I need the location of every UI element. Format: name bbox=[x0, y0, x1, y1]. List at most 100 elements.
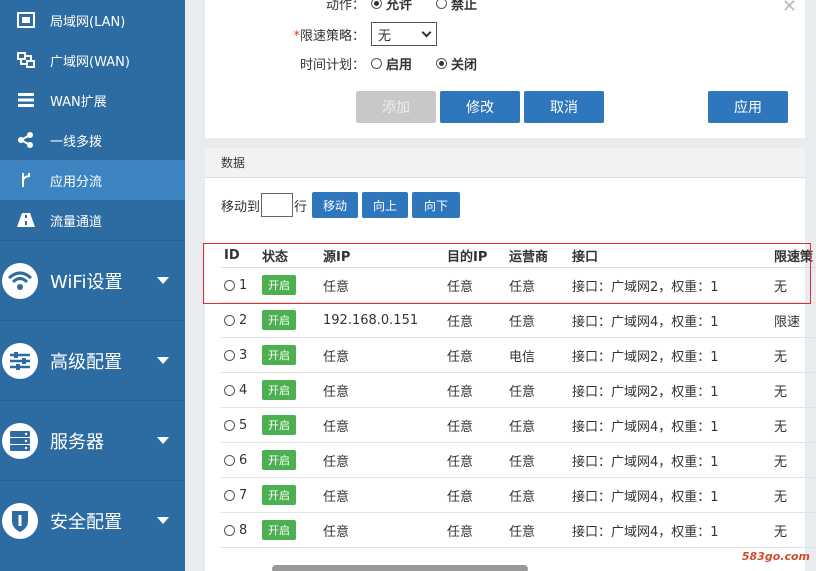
table-row[interactable]: 6 开启 任意 任意 任意 接口：广域网4，权重：1 无 bbox=[221, 443, 816, 478]
table-row[interactable]: 5 开启 任意 任意 任意 接口：广域网4，权重：1 无 bbox=[221, 408, 816, 443]
cell-dst: 任意 bbox=[447, 454, 474, 470]
cell-dst: 任意 bbox=[447, 489, 474, 505]
move-down-button[interactable]: 向下 bbox=[412, 192, 461, 218]
move-up-button[interactable]: 向上 bbox=[362, 192, 409, 218]
status-badge[interactable]: 开启 bbox=[262, 415, 296, 435]
branch-icon bbox=[16, 170, 36, 190]
cell-iface: 接口：广域网2，权重：1 bbox=[572, 349, 719, 365]
cell-limit: 无 bbox=[774, 419, 788, 435]
row-select-radio[interactable] bbox=[224, 489, 235, 501]
apply-button[interactable]: 应用 bbox=[708, 91, 788, 123]
cell-isp: 任意 bbox=[509, 419, 536, 435]
sidebar-menu-label: 高级配置 bbox=[50, 351, 122, 373]
chevron-down-icon bbox=[157, 437, 169, 444]
radio-icon[interactable] bbox=[371, 0, 382, 9]
sidebar-item-lan[interactable]: 局域网(LAN) bbox=[0, 0, 185, 40]
row-select-radio[interactable] bbox=[224, 384, 235, 396]
table-row[interactable]: 8 开启 任意 任意 任意 接口：广域网4，权重：1 无 bbox=[221, 513, 816, 548]
data-panel-title: 数据 bbox=[205, 148, 805, 178]
row-select-radio[interactable] bbox=[224, 349, 235, 361]
sidebar-menu-label: WiFi设置 bbox=[50, 271, 123, 293]
action-deny-option[interactable]: 禁止 bbox=[436, 0, 477, 13]
server-icon bbox=[2, 422, 38, 459]
chevron-down-icon bbox=[157, 517, 169, 524]
status-badge[interactable]: 开启 bbox=[262, 310, 296, 330]
cell-id: 3 bbox=[224, 338, 247, 372]
sidebar-item-label: 应用分流 bbox=[50, 174, 103, 190]
action-allow-option[interactable]: 允许 bbox=[371, 0, 412, 13]
cell-id: 5 bbox=[224, 408, 247, 442]
sidebar-menu-label: 服务器 bbox=[50, 431, 104, 453]
add-button[interactable]: 添加 bbox=[356, 91, 436, 123]
schedule-off-option[interactable]: 关闭 bbox=[436, 54, 477, 73]
cell-src: 任意 bbox=[323, 524, 350, 540]
schedule-label: 时间计划： bbox=[299, 58, 365, 73]
cell-status: 开启 bbox=[262, 338, 296, 372]
sidebar-item-app-routing[interactable]: 应用分流 bbox=[0, 160, 185, 200]
cell-status: 开启 bbox=[262, 513, 296, 547]
cell-status: 开启 bbox=[262, 478, 296, 512]
cell-limit: 无 bbox=[774, 349, 788, 365]
modify-button[interactable]: 修改 bbox=[440, 91, 520, 123]
cell-limit: 无 bbox=[774, 524, 788, 540]
sidebar-item-wan[interactable]: 广域网(WAN) bbox=[0, 40, 185, 80]
table-row[interactable]: 2 开启 192.168.0.151 任意 任意 接口：广域网4，权重：1 限速 bbox=[221, 303, 816, 338]
cell-iface: 接口：广域网4，权重：1 bbox=[572, 314, 719, 330]
cell-src: 任意 bbox=[323, 349, 350, 365]
radio-icon[interactable] bbox=[436, 0, 448, 9]
schedule-row: 时间计划： 启用 关闭 bbox=[205, 54, 501, 73]
status-badge[interactable]: 开启 bbox=[262, 345, 296, 365]
cell-src: 任意 bbox=[323, 419, 350, 435]
move-button[interactable]: 移动 bbox=[312, 192, 359, 218]
status-badge[interactable]: 开启 bbox=[262, 520, 296, 540]
status-badge[interactable]: 开启 bbox=[262, 485, 296, 505]
table-row[interactable]: 4 开启 任意 任意 任意 接口：广域网2，权重：1 无 bbox=[221, 373, 816, 408]
cell-id: 4 bbox=[224, 373, 247, 407]
status-badge[interactable]: 开启 bbox=[262, 450, 296, 470]
cell-status: 开启 bbox=[262, 408, 296, 442]
move-row-input[interactable] bbox=[261, 193, 294, 217]
sidebar-item-multi-dial[interactable]: 一线多拨 bbox=[0, 120, 185, 160]
status-badge[interactable]: 开启 bbox=[262, 380, 296, 400]
row-select-radio[interactable] bbox=[224, 524, 235, 536]
row-select-radio[interactable] bbox=[224, 454, 235, 466]
sidebar-item-label: 局域网(LAN) bbox=[50, 14, 126, 30]
wifi-icon bbox=[2, 262, 38, 299]
move-to-label: 移动到 bbox=[221, 199, 261, 215]
chevron-down-icon bbox=[157, 357, 169, 364]
action-row: 动作： 允许 禁止 bbox=[205, 0, 501, 13]
watermark: 583go.com bbox=[741, 550, 810, 563]
data-panel: 数据 移动到 行 移动 向上 向下 ID 状态 源IP 目的IP 运营商 接口 … bbox=[205, 148, 816, 571]
horizontal-scrollbar[interactable] bbox=[272, 565, 528, 571]
cell-dst: 任意 bbox=[447, 349, 474, 365]
cell-limit: 无 bbox=[774, 489, 788, 505]
cell-iface: 接口：广域网4，权重：1 bbox=[572, 454, 719, 470]
cell-src: 任意 bbox=[323, 454, 350, 470]
road-icon bbox=[16, 210, 36, 230]
table-row[interactable]: 3 开启 任意 任意 电信 接口：广域网2，权重：1 无 bbox=[221, 338, 816, 373]
schedule-enable-option[interactable]: 启用 bbox=[371, 54, 412, 73]
radio-icon[interactable] bbox=[371, 58, 382, 69]
table-row[interactable]: 7 开启 任意 任意 任意 接口：广域网4，权重：1 无 bbox=[221, 478, 816, 513]
rule-form-panel: ✕ 动作： 允许 禁止 *限速策略： 无 时间计划： 启用 关闭 添加 修改 取… bbox=[205, 0, 805, 138]
cancel-button[interactable]: 取消 bbox=[524, 91, 604, 123]
chevron-down-icon bbox=[421, 27, 432, 37]
radio-icon[interactable] bbox=[436, 58, 448, 69]
cell-dst: 任意 bbox=[447, 384, 474, 400]
cell-dst: 任意 bbox=[447, 419, 474, 435]
row-select-radio[interactable] bbox=[224, 419, 235, 431]
cell-isp: 任意 bbox=[509, 314, 536, 330]
cell-dst: 任意 bbox=[447, 524, 474, 540]
sliders-icon bbox=[2, 342, 38, 379]
sidebar-item-traffic-channel[interactable]: 流量通道 bbox=[0, 200, 185, 240]
limit-select[interactable]: 无 bbox=[371, 22, 437, 46]
sidebar-item-wan-ext[interactable]: WAN扩展 bbox=[0, 80, 185, 120]
sidebar-menu-wifi[interactable]: WiFi设置 bbox=[0, 240, 185, 320]
sidebar-menu-security[interactable]: 安全配置 bbox=[0, 480, 185, 560]
sidebar-menu-advanced[interactable]: 高级配置 bbox=[0, 320, 185, 400]
sidebar-menu-server[interactable]: 服务器 bbox=[0, 400, 185, 480]
cell-limit: 限速 bbox=[774, 314, 801, 330]
close-icon[interactable]: ✕ bbox=[782, 0, 797, 17]
cell-isp: 任意 bbox=[509, 454, 536, 470]
row-select-radio[interactable] bbox=[224, 314, 235, 326]
